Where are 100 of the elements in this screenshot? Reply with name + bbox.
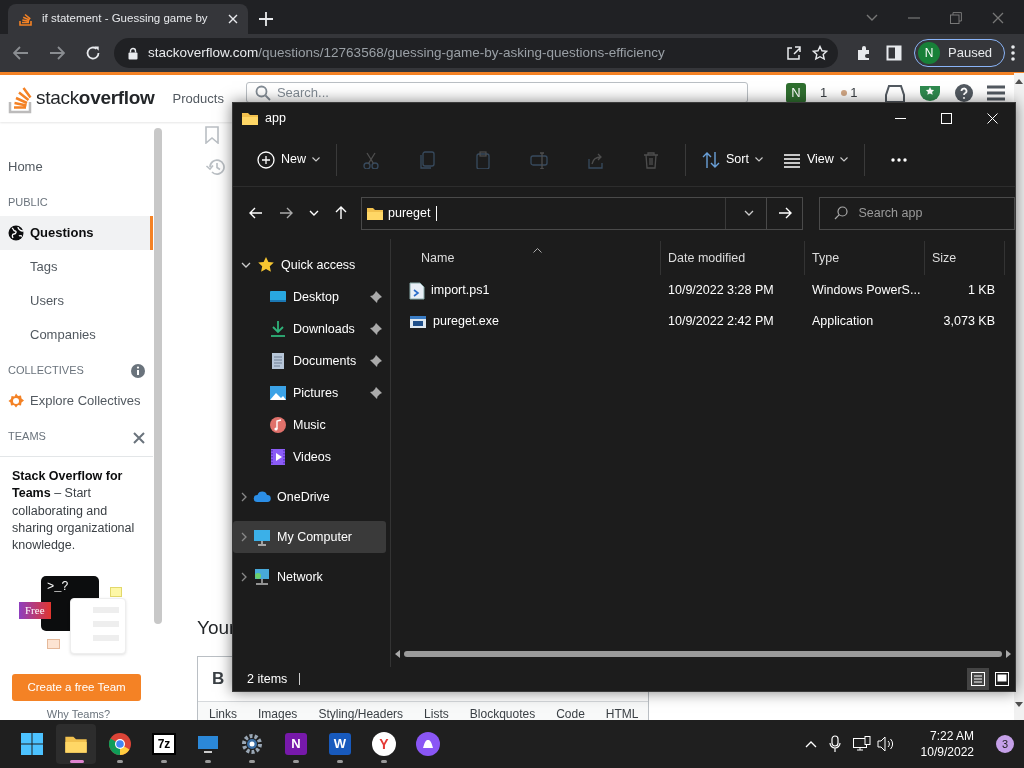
folder-icon: [366, 205, 384, 221]
taskbar-button[interactable]: N: [276, 724, 316, 764]
script-file-icon: [409, 281, 425, 300]
scroll-right-icon[interactable]: [1006, 650, 1011, 659]
scrollbar-thumb[interactable]: [154, 128, 162, 624]
editor-help-tab[interactable]: Blockquotes: [458, 702, 546, 722]
taskbar-button[interactable]: 7z: [144, 724, 184, 764]
taskbar-button[interactable]: Y: [364, 724, 404, 764]
taskbar-button[interactable]: W: [320, 724, 360, 764]
arrow-right-icon[interactable]: [279, 207, 293, 220]
site-logo[interactable]: stackoverflow: [8, 83, 155, 114]
menu-icon[interactable]: [987, 85, 1006, 101]
nav-tree-item[interactable]: Desktop: [233, 281, 386, 313]
nav-tree-item[interactable]: Network: [233, 561, 386, 593]
inbox-icon[interactable]: [885, 84, 906, 103]
chevron-up-icon[interactable]: [804, 740, 817, 748]
archive-app-icon: 7z: [152, 733, 176, 755]
file-row[interactable]: import.ps1 10/9/2022 3:28 PM Windows PowerS... 1 KB: [391, 275, 1015, 306]
column-header[interactable]: Name: [391, 241, 661, 275]
nav-tree-item[interactable]: Quick access: [233, 249, 386, 281]
stack-logo-icon: [18, 11, 34, 27]
nav-link[interactable]: Home: [0, 150, 153, 184]
speech-bubble-icon: [47, 638, 60, 651]
computer-icon: [253, 528, 271, 546]
editor-help-tab[interactable]: Links: [198, 702, 247, 722]
new-button[interactable]: New: [247, 142, 330, 177]
maximize-icon[interactable]: [940, 112, 952, 124]
browser-tab[interactable]: if statement - Guessing game by: [8, 4, 248, 34]
document-icon: [269, 352, 287, 370]
more-icon[interactable]: [1011, 45, 1016, 61]
nav-link[interactable]: Questions: [0, 216, 153, 250]
speaker-icon[interactable]: [876, 736, 895, 752]
view-button[interactable]: View: [772, 142, 858, 177]
nav-link[interactable]: Tags: [0, 250, 153, 284]
notification-badge[interactable]: 3: [996, 735, 1014, 753]
nav-tree-item[interactable]: Videos: [233, 441, 386, 473]
nav-tree-item[interactable]: My Computer: [233, 521, 386, 553]
nav-link[interactable]: Companies: [0, 318, 153, 352]
profile-button[interactable]: N Paused: [914, 39, 1006, 67]
avatar: N: [918, 42, 940, 64]
details-view-icon: [971, 672, 985, 686]
bold-button[interactable]: B: [212, 666, 225, 692]
side-panel-icon[interactable]: [886, 45, 902, 61]
restore-icon[interactable]: [950, 12, 962, 24]
search-icon: [254, 84, 271, 101]
nav-link[interactable]: Users: [0, 284, 153, 318]
file-size: 3,073 KB: [943, 313, 995, 331]
chevron-right-icon[interactable]: [241, 492, 247, 502]
products-link[interactable]: Products: [172, 88, 224, 109]
reputation-count: 1: [819, 84, 828, 103]
file-row[interactable]: pureget.exe 10/9/2022 2:42 PM Application 3,073 KB: [391, 306, 1015, 337]
network-icon[interactable]: [852, 736, 871, 752]
nav-tree-item[interactable]: OneDrive: [233, 481, 386, 513]
puzzle-icon[interactable]: [856, 45, 872, 61]
microphone-icon[interactable]: [828, 735, 841, 753]
document-app-icon: W: [329, 733, 351, 755]
user-avatar[interactable]: N: [785, 83, 806, 103]
scroll-left-icon[interactable]: [395, 650, 400, 659]
tab-title: if statement - Guessing game by: [42, 11, 209, 27]
new-tab-icon[interactable]: [259, 12, 273, 26]
sort-button[interactable]: Sort: [692, 142, 773, 177]
column-header[interactable]: Date modified: [661, 241, 805, 275]
editor-help-tab[interactable]: Lists: [413, 702, 459, 722]
download-icon: [269, 320, 287, 338]
chevron-down-icon[interactable]: [241, 262, 251, 268]
chevron-down-icon: [754, 157, 763, 162]
trophy-icon[interactable]: [919, 84, 942, 102]
info-icon[interactable]: [131, 364, 145, 378]
why-teams-link[interactable]: Why Teams?: [12, 707, 145, 723]
editor-help-tab[interactable]: Code: [545, 702, 595, 722]
taskbar-button[interactable]: [56, 724, 96, 764]
editor-help-tab[interactable]: Styling/Headers: [307, 702, 414, 722]
star-icon[interactable]: [812, 45, 828, 61]
column-header[interactable]: Type: [805, 241, 925, 275]
share-icon[interactable]: [786, 45, 802, 61]
free-badge: Free: [19, 602, 51, 620]
details-view-button[interactable]: [967, 668, 989, 690]
go-arrow-icon[interactable]: [777, 207, 792, 219]
nav-tree-item[interactable]: Music: [233, 409, 386, 441]
checklist-drawing: [70, 598, 126, 655]
clock[interactable]: 7:22 AM 10/9/2022: [920, 727, 974, 761]
collectives-icon: [8, 393, 24, 409]
help-icon[interactable]: [955, 84, 974, 102]
chevron-down-icon[interactable]: [743, 210, 754, 216]
chevron-right-icon[interactable]: [241, 532, 247, 542]
folder-icon: [241, 110, 259, 126]
nav-tree-item[interactable]: Downloads: [233, 313, 386, 345]
horizontal-scrollbar[interactable]: [404, 651, 1002, 657]
nav-tree-item[interactable]: Documents: [233, 345, 386, 377]
nav-tree-item[interactable]: Pictures: [233, 377, 386, 409]
editor-help-tab[interactable]: HTML: [594, 702, 649, 722]
editor-help-tab[interactable]: Images: [247, 702, 308, 722]
arrow-up-icon[interactable]: [335, 206, 347, 221]
column-header[interactable]: Size: [925, 241, 1005, 275]
search-field[interactable]: Search app: [819, 196, 1015, 230]
nav-link[interactable]: Explore Collectives: [0, 384, 153, 418]
address-field[interactable]: pureget: [361, 196, 767, 230]
arrow-left-icon[interactable]: [249, 207, 263, 220]
chevron-right-icon[interactable]: [241, 572, 247, 582]
address-bar[interactable]: stackoverflow.com/questions/12763568/guessing-game-by-asking-questions-efficiency: [114, 38, 838, 68]
